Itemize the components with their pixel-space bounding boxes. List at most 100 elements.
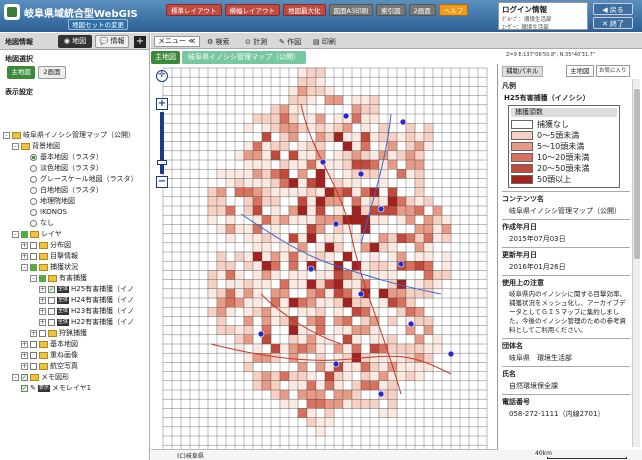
checkbox[interactable] xyxy=(30,242,37,249)
radio[interactable] xyxy=(30,209,37,216)
tree-item[interactable]: + 狩猟捕獲 xyxy=(30,328,87,339)
expand-icon[interactable]: + xyxy=(21,253,28,260)
favorites-button[interactable]: お気に入り xyxy=(596,65,630,77)
expand-icon[interactable]: + xyxy=(39,308,46,315)
mesh-cell xyxy=(333,123,344,133)
radio[interactable] xyxy=(30,187,37,194)
pan-control-icon[interactable] xyxy=(156,70,168,82)
two-screen-button[interactable]: 2画面 xyxy=(408,4,436,16)
mesh-cell xyxy=(333,233,344,243)
help-button[interactable]: ヘルプ xyxy=(438,4,469,16)
checkbox[interactable] xyxy=(30,253,37,260)
tree-item[interactable]: なし xyxy=(30,218,54,229)
radio[interactable] xyxy=(30,176,37,183)
tree-item[interactable]: + 目撃情報 xyxy=(21,251,78,262)
tab-info[interactable]: 💬 情報 xyxy=(95,35,129,48)
expand-icon[interactable]: + xyxy=(39,297,46,304)
tree-item[interactable]: + ✓ 全体 H25有害捕獲（イノ xyxy=(39,284,134,295)
expand-icon[interactable]: + xyxy=(39,319,46,326)
tree-item[interactable]: + 分布図 xyxy=(21,240,71,251)
scrollbar-thumb[interactable] xyxy=(634,89,640,259)
map-maximize-button[interactable]: 地図最大化 xyxy=(283,4,326,16)
tree-item[interactable]: + 全体 H23有害捕獲（イノ xyxy=(39,306,134,317)
checkbox[interactable] xyxy=(30,363,37,370)
collapse-icon[interactable]: - xyxy=(12,231,19,238)
radio-selected[interactable] xyxy=(30,154,37,161)
expand-icon[interactable]: + xyxy=(30,330,37,337)
mesh-cell xyxy=(216,307,227,317)
collapse-icon[interactable]: - xyxy=(12,143,19,150)
mesh-cell xyxy=(315,417,326,427)
main-map-button[interactable]: 主地図 xyxy=(7,66,35,79)
tree-item[interactable]: 基本地図（ラスタ） xyxy=(30,152,103,163)
mesh-cell xyxy=(324,159,335,170)
checkbox[interactable] xyxy=(48,308,55,315)
checkbox-checked[interactable]: ✓ xyxy=(48,286,55,293)
two-screen-map-button[interactable]: 2画面 xyxy=(38,66,66,79)
add-icon[interactable]: + xyxy=(134,36,146,48)
checkbox-checked[interactable]: ✓ xyxy=(21,374,28,381)
exit-button[interactable]: ✕ 終了 xyxy=(593,17,633,29)
tree-item[interactable]: 白地地図（ラスタ） xyxy=(30,185,103,196)
collapse-icon[interactable]: - xyxy=(12,374,19,381)
tree-item[interactable]: + 航空写真 xyxy=(21,361,78,372)
expand-icon[interactable]: + xyxy=(21,341,28,348)
tree-item[interactable]: + 全体 H24有害捕獲（イノ xyxy=(39,295,134,306)
menu-button[interactable]: メニュー ≪ xyxy=(154,36,200,47)
collapse-icon[interactable]: - xyxy=(30,275,37,282)
collapse-icon[interactable]: - xyxy=(21,264,28,271)
checkbox-checked[interactable]: ✓ xyxy=(21,385,28,392)
radio[interactable] xyxy=(30,198,37,205)
map-canvas[interactable] xyxy=(151,64,497,450)
a3-print-button[interactable]: 図面A3印刷 xyxy=(328,4,374,16)
mesh-cell xyxy=(333,270,344,280)
expand-icon[interactable]: + xyxy=(21,352,28,359)
tree-item[interactable]: IKONOS xyxy=(30,207,67,218)
wide-layout-button[interactable]: 横幅レイアウト xyxy=(224,4,280,16)
tree-item[interactable]: 淡色地図（ラスタ） xyxy=(30,163,103,174)
print-button[interactable]: ▤ 印刷 xyxy=(313,37,336,47)
tree-item[interactable]: - レイヤ xyxy=(12,229,62,240)
breadcrumb-main-map[interactable]: 主地図 xyxy=(151,51,180,64)
tree-item[interactable]: + 重ね画像 xyxy=(21,350,78,361)
checkbox[interactable] xyxy=(30,341,37,348)
tree-item[interactable]: - 捕獲状況 xyxy=(21,262,78,273)
zoom-in-button[interactable]: + xyxy=(156,98,168,110)
radio[interactable] xyxy=(30,165,37,172)
tree-item[interactable]: グレースケール地図（ラスタ） xyxy=(30,174,138,185)
back-button[interactable]: ◀ 戻る xyxy=(593,3,633,15)
checkbox[interactable] xyxy=(48,319,55,326)
tree-item[interactable]: - ✓ メモ図形 xyxy=(12,372,69,383)
tree-item[interactable]: 地理院地図 xyxy=(30,196,75,207)
standard-layout-button[interactable]: 標準レイアウト xyxy=(166,4,222,16)
aux-panel-scrollbar[interactable] xyxy=(632,79,640,447)
expand-icon[interactable]: + xyxy=(39,286,46,293)
draw-button[interactable]: ✎ 作図 xyxy=(279,37,301,47)
route-marker-icon xyxy=(447,350,455,358)
map-set-change-button[interactable]: 地図セットの変更 xyxy=(68,19,128,30)
folder-icon xyxy=(12,132,21,139)
zoom-slider-handle[interactable] xyxy=(157,160,167,165)
search-button[interactable]: ⚙ 検索 xyxy=(207,37,230,47)
checkbox[interactable] xyxy=(30,352,37,359)
checkbox[interactable] xyxy=(48,297,55,304)
radio[interactable] xyxy=(30,220,37,227)
index-map-button[interactable]: 索引図 xyxy=(376,4,406,16)
checkbox[interactable] xyxy=(39,330,46,337)
tree-item[interactable]: - 有害捕獲 xyxy=(30,273,87,284)
mesh-cell xyxy=(333,380,344,391)
tree-item[interactable]: - 背景地図 xyxy=(12,141,60,152)
expand-icon[interactable]: + xyxy=(21,363,28,370)
tree-item[interactable]: - 岐阜県イノシシ管理マップ（公開） xyxy=(3,130,135,141)
collapse-icon[interactable]: - xyxy=(3,132,10,139)
tree-item[interactable]: + 基本地図 xyxy=(21,339,78,350)
measure-button[interactable]: ⊙ 計測 xyxy=(245,37,267,47)
mesh-cell xyxy=(225,233,236,243)
tree-item[interactable]: ✓ ✎ 表示 メモレイヤ1 xyxy=(21,383,91,394)
zoom-out-button[interactable]: − xyxy=(156,176,168,188)
tab-map[interactable]: ◉ 地図 xyxy=(58,35,92,48)
map-svg[interactable] xyxy=(151,64,497,450)
expand-icon[interactable]: + xyxy=(21,242,28,249)
tree-item[interactable]: + 全体 H22有害捕獲（イノ xyxy=(39,317,134,328)
aux-main-map-button[interactable]: 主地図 xyxy=(566,65,594,77)
